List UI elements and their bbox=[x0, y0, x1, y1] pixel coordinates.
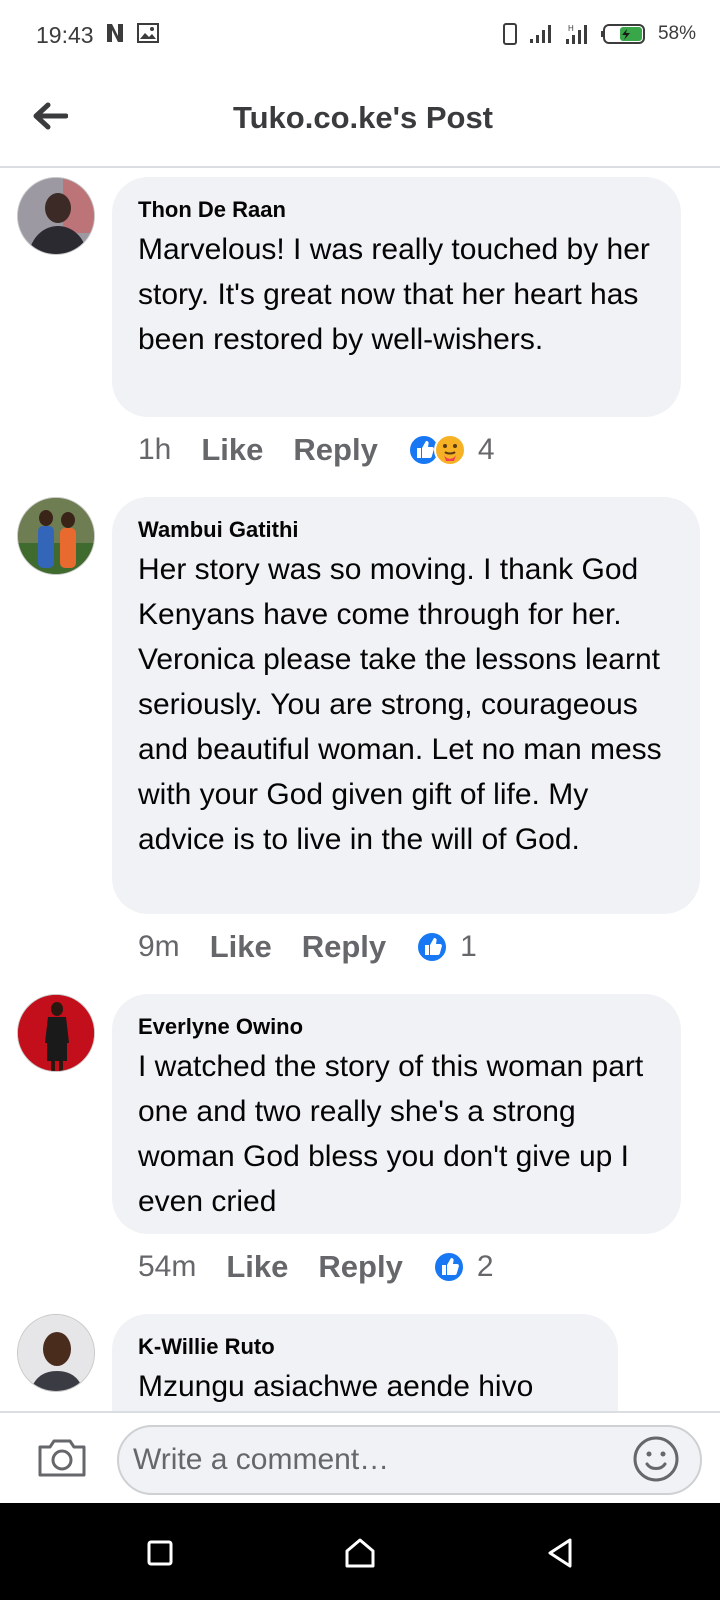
reaction-count[interactable]: 2 bbox=[477, 1250, 494, 1284]
comment-time[interactable]: 54m bbox=[138, 1250, 196, 1284]
home-icon bbox=[345, 1538, 375, 1568]
reaction-icons[interactable] bbox=[416, 931, 449, 963]
battery-icon bbox=[600, 24, 645, 44]
back-nav-button[interactable] bbox=[540, 1533, 580, 1573]
comment-input[interactable] bbox=[117, 1425, 702, 1495]
emoji-button[interactable] bbox=[632, 1435, 680, 1483]
home-button[interactable] bbox=[340, 1533, 380, 1573]
like-button[interactable]: Like bbox=[201, 432, 263, 468]
notification-icons bbox=[104, 22, 160, 44]
gallery-icon bbox=[137, 23, 159, 43]
comment-author[interactable]: K-Willie Ruto bbox=[138, 1332, 592, 1362]
square-icon bbox=[147, 1540, 173, 1566]
like-icon bbox=[432, 1251, 465, 1283]
smiley-icon bbox=[633, 1436, 679, 1482]
comment-bubble[interactable]: Everlyne Owino I watched the story of th… bbox=[112, 994, 681, 1234]
avatar[interactable] bbox=[17, 497, 95, 575]
phone-icon bbox=[502, 23, 517, 45]
netflix-icon bbox=[107, 24, 123, 42]
status-time: 19:43 bbox=[36, 22, 94, 48]
avatar-image bbox=[18, 1315, 94, 1391]
comment-text: Mzungu asiachwe aende hivo bbox=[138, 1370, 534, 1403]
reaction-count[interactable]: 1 bbox=[460, 930, 477, 964]
reply-button[interactable]: Reply bbox=[293, 432, 377, 468]
comment-author[interactable]: Thon De Raan bbox=[138, 195, 655, 225]
comment-time[interactable]: 9m bbox=[138, 930, 180, 964]
reply-button[interactable]: Reply bbox=[302, 929, 386, 965]
reaction-icons[interactable] bbox=[407, 434, 466, 466]
avatar-image bbox=[18, 995, 94, 1071]
status-bar: 19:43 H 58% bbox=[0, 0, 720, 72]
like-button[interactable]: Like bbox=[226, 1249, 288, 1285]
page-title: Tuko.co.ke's Post bbox=[232, 100, 494, 135]
comment-actions: 9m Like Reply 1 bbox=[138, 927, 477, 967]
camera-button[interactable] bbox=[36, 1433, 88, 1481]
comment-author[interactable]: Everlyne Owino bbox=[138, 1012, 655, 1042]
avatar[interactable] bbox=[17, 1314, 95, 1392]
triangle-back-icon bbox=[548, 1538, 572, 1568]
comment-list: Thon De Raan Marvelous! I was really tou… bbox=[0, 168, 720, 1411]
recents-button[interactable] bbox=[140, 1533, 180, 1573]
comment-bubble[interactable]: Wambui Gatithi Her story was so moving. … bbox=[112, 497, 700, 914]
comment-actions: 1h Like Reply 4 bbox=[138, 430, 495, 470]
signal-icon bbox=[529, 25, 551, 43]
comment-bubble[interactable]: K-Willie Ruto Mzungu asiachwe aende hivo bbox=[112, 1314, 618, 1411]
signal-2-icon: H bbox=[565, 24, 587, 44]
post-header: Tuko.co.ke's Post bbox=[0, 72, 720, 168]
like-icon bbox=[416, 931, 449, 963]
camera-icon bbox=[38, 1439, 86, 1477]
comment-actions: 54m Like Reply 2 bbox=[138, 1247, 494, 1287]
comment-text: Her story was so moving. I thank God Ken… bbox=[138, 553, 662, 856]
like-button[interactable]: Like bbox=[210, 929, 272, 965]
avatar-image bbox=[18, 498, 94, 574]
comment-author[interactable]: Wambui Gatithi bbox=[138, 515, 674, 545]
care-icon bbox=[433, 434, 466, 466]
comment-text: Marvelous! I was really touched by her s… bbox=[138, 233, 650, 356]
avatar[interactable] bbox=[17, 994, 95, 1072]
battery-percentage: 58% bbox=[657, 23, 696, 44]
comment-text: I watched the story of this woman part o… bbox=[138, 1050, 644, 1218]
avatar[interactable] bbox=[17, 177, 95, 255]
comment-bubble[interactable]: Thon De Raan Marvelous! I was really tou… bbox=[112, 177, 681, 417]
svg-text:H: H bbox=[568, 24, 574, 33]
comment-time[interactable]: 1h bbox=[138, 433, 171, 467]
reaction-icons[interactable] bbox=[432, 1251, 465, 1283]
status-right: H 58% bbox=[502, 22, 696, 46]
system-nav-bar bbox=[0, 1503, 720, 1600]
avatar-image bbox=[18, 178, 94, 254]
comment-composer bbox=[0, 1411, 720, 1503]
reaction-count[interactable]: 4 bbox=[478, 433, 495, 467]
reply-button[interactable]: Reply bbox=[318, 1249, 402, 1285]
